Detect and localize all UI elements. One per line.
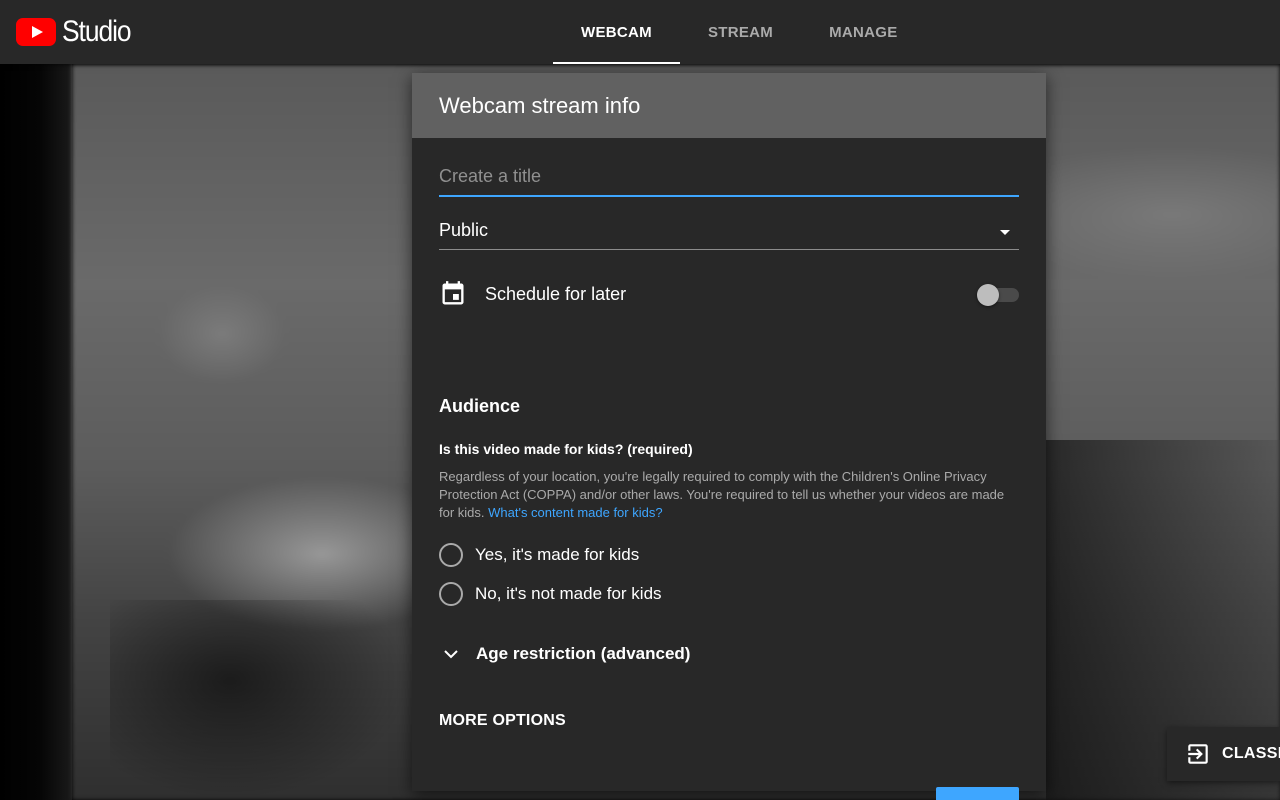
calendar-icon (442, 281, 464, 305)
coppa-description: Regardless of your location, you're lega… (439, 468, 1009, 522)
dialog-title: Webcam stream info (439, 92, 641, 118)
classic-studio-button[interactable]: CLASSIC (1167, 727, 1280, 781)
dialog-header: Webcam stream info (412, 73, 1046, 138)
title-input[interactable] (439, 163, 1019, 197)
kids-content-link[interactable]: What's content made for kids? (488, 505, 662, 520)
schedule-label: Schedule for later (485, 283, 627, 304)
next-button[interactable]: NEXT (936, 787, 1019, 800)
tab-webcam[interactable]: WEBCAM (553, 0, 680, 64)
exit-icon (1188, 744, 1208, 764)
webcam-stream-info-dialog: Webcam stream info Public Schedule for l… (412, 73, 1046, 800)
top-bar: Studio WEBCAM STREAM MANAGE (0, 0, 1280, 64)
visibility-value: Public (439, 220, 489, 240)
radio-circle (439, 582, 463, 606)
main-tabs: WEBCAM STREAM MANAGE (553, 0, 926, 64)
audience-heading: Audience (439, 396, 521, 416)
tab-manage[interactable]: MANAGE (801, 0, 925, 64)
logo-text: Studio (62, 15, 132, 48)
chevron-down-icon (444, 650, 458, 659)
age-restriction-expander[interactable]: Age restriction (advanced) (439, 641, 690, 667)
visibility-select[interactable]: Public (439, 216, 1019, 250)
schedule-row: Schedule for later (439, 278, 1019, 310)
radio-label: No, it's not made for kids (475, 584, 662, 603)
radio-circle (439, 543, 463, 567)
age-restriction-label: Age restriction (advanced) (476, 644, 691, 663)
radio-label: Yes, it's made for kids (475, 545, 640, 564)
studio-logo[interactable]: Studio (16, 14, 140, 50)
tab-stream[interactable]: STREAM (680, 0, 801, 64)
classic-label: CLASSIC (1222, 745, 1280, 762)
radio-not-made-for-kids[interactable]: No, it's not made for kids (439, 581, 662, 607)
radio-made-for-kids[interactable]: Yes, it's made for kids (439, 542, 639, 568)
made-for-kids-question: Is this video made for kids? (required) (439, 441, 693, 457)
toggle-thumb (977, 284, 999, 306)
background-shadow (110, 600, 410, 800)
schedule-toggle[interactable] (977, 284, 1019, 306)
background-left-strip (0, 64, 72, 800)
more-options-button[interactable]: MORE OPTIONS (439, 712, 566, 730)
caret-down-icon (1000, 230, 1010, 235)
youtube-play-icon (16, 18, 56, 46)
